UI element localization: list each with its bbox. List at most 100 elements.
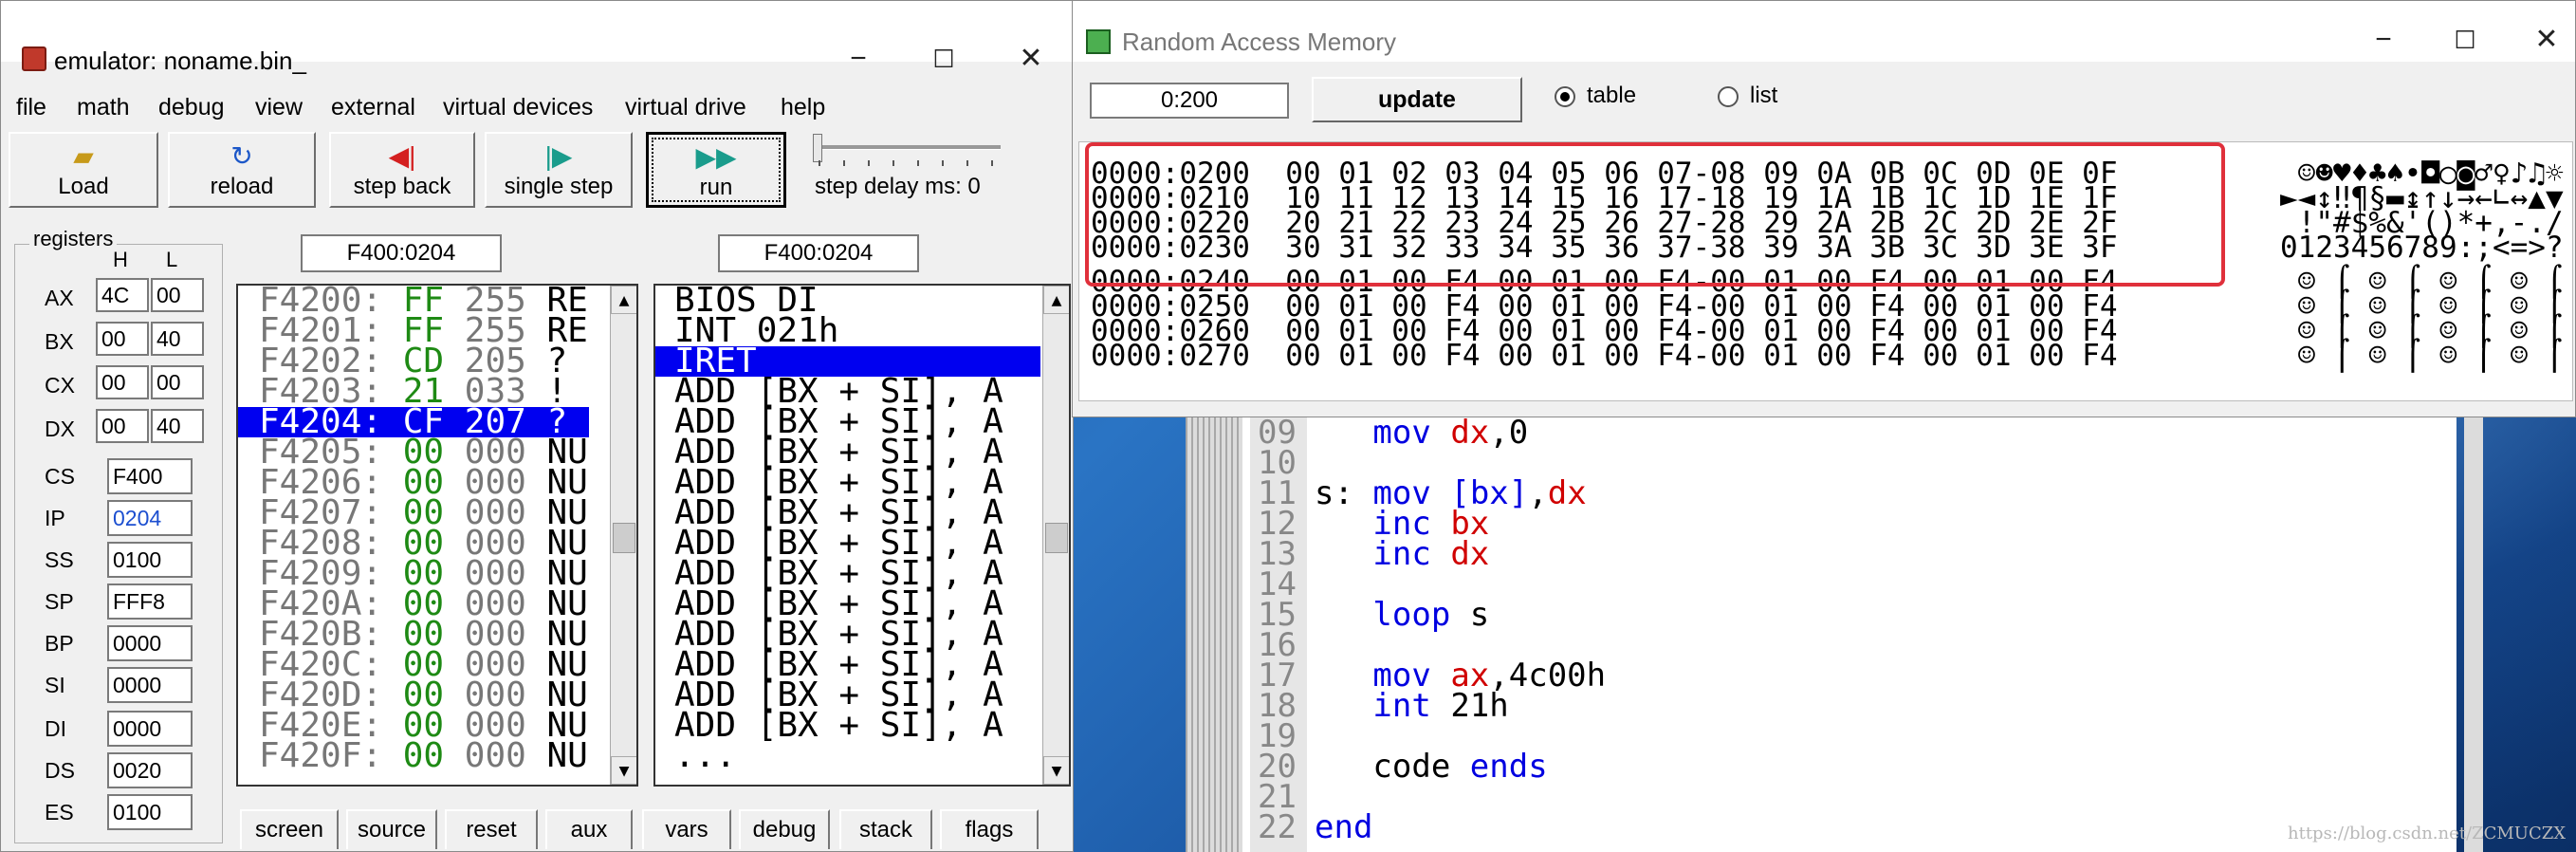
folder-icon: ▰ [73,141,94,171]
register-name-bp: BP [45,631,74,656]
memory-address-input[interactable]: F400:0204 [301,234,502,272]
scroll-up-icon[interactable]: ▲ [1043,286,1069,314]
reload-icon: ↻ [230,141,253,171]
step-delay-slider[interactable] [815,145,1001,150]
radio-table-label[interactable]: table [1587,83,1636,109]
register-name-bx: BX [45,329,74,354]
ds-field[interactable]: 0020 [107,752,193,788]
bx-low-field[interactable]: 40 [151,322,204,356]
menu-math[interactable]: math [77,94,130,121]
menu-debug[interactable]: debug [158,94,225,121]
menu-bar: file math debug view external virtual de… [1,92,1073,128]
slider-thumb[interactable] [813,134,822,162]
step-back-icon: ◀| [388,141,416,171]
sp-field[interactable]: FFF8 [107,583,193,620]
si-field[interactable]: 0000 [107,667,193,703]
code-line: mov dx,0 [1372,414,1529,452]
register-name-cs: CS [45,464,75,489]
ram-window-title: Random Access Memory [1122,28,1396,56]
di-field[interactable]: 0000 [107,711,193,747]
disassembly-list[interactable]: BIOS DI INT 021h IRET ADD [BX + SI], A A… [653,284,1071,787]
scroll-down-icon[interactable]: ▼ [1043,756,1069,785]
cx-low-field[interactable]: 00 [151,365,204,399]
chip-icon [22,46,46,71]
scroll-thumb[interactable] [613,523,635,553]
bx-high-field[interactable]: 00 [96,322,149,356]
cs-field[interactable]: F400 [107,458,193,494]
reload-button[interactable]: ↻ reload [168,132,316,208]
tab-screen[interactable]: screen [240,809,339,849]
single-step-icon: |▶ [544,141,573,171]
radio-list-label[interactable]: list [1750,83,1777,109]
run-icon: ▶▶ [695,142,737,172]
load-button[interactable]: ▰ Load [9,132,158,208]
ip-field[interactable]: 0204 [107,500,193,536]
radio-list[interactable] [1718,86,1739,107]
emulator-window[interactable]: emulator: noname.bin_ − ☐ ✕ file math de… [0,0,1074,852]
register-name-dx: DX [45,417,75,441]
ax-high-field[interactable]: 4C [96,278,149,312]
scroll-thumb[interactable] [1045,523,1068,553]
register-name-si: SI [45,673,65,697]
menu-virtual-devices[interactable]: virtual devices [443,94,593,121]
step-delay-label: step delay ms: 0 [815,174,981,199]
tab-reset[interactable]: reset [445,809,538,849]
ss-field[interactable]: 0100 [107,542,193,578]
ax-low-field[interactable]: 00 [151,278,204,312]
menu-virtual-drive[interactable]: virtual drive [625,94,746,121]
register-name-ax: AX [45,286,74,310]
tab-source[interactable]: source [346,809,437,849]
minimize-icon[interactable]: − [2364,24,2402,56]
disassembly-address-input[interactable]: F400:0204 [718,234,919,272]
tab-flags[interactable]: flags [940,809,1039,849]
close-icon[interactable]: ✕ [2528,24,2566,56]
code-line: code ends [1372,748,1548,786]
cx-high-field[interactable]: 00 [96,365,149,399]
disassembly-scrollbar[interactable]: ▲ ▼ [1042,286,1069,785]
menu-view[interactable]: view [255,94,303,121]
radio-table[interactable] [1555,86,1575,107]
dx-low-field[interactable]: 40 [151,409,204,443]
source-editor[interactable]: 09 10 11 12 13 14 15 16 17 18 19 20 21 2… [1186,361,2456,852]
editor-gutter [1186,361,1242,852]
step-back-button[interactable]: ◀| step back [329,132,475,208]
memory-row[interactable]: F420F: 00 000 NU [259,739,588,773]
maximize-icon[interactable]: ☐ [2446,24,2484,56]
code-line: inc dx [1372,535,1490,573]
single-step-button[interactable]: |▶ single step [485,132,633,208]
bp-field[interactable]: 0000 [107,625,193,661]
tab-stack[interactable]: stack [839,809,932,849]
register-name-sp: SP [45,589,74,614]
code-line: loop s [1372,596,1490,634]
tab-vars[interactable]: vars [642,809,731,849]
menu-help[interactable]: help [781,94,825,121]
watermark: https://blog.csdn.net/ZCMUCZX [2288,824,2567,843]
memory-scrollbar[interactable]: ▲ ▼ [610,286,636,785]
line-number: 22 [1258,808,1297,846]
tab-debug[interactable]: debug [739,809,830,849]
close-icon[interactable]: ✕ [1012,43,1050,75]
scroll-down-icon[interactable]: ▼ [611,756,636,785]
ram-row: 0000:0270 00 01 00 F4 00 01 00 F4-00 01 … [1091,339,2118,373]
menu-file[interactable]: file [16,94,46,121]
update-button[interactable]: update [1312,77,1522,122]
editor-scrollbar[interactable] [2464,361,2483,852]
minimize-icon[interactable]: − [839,43,877,75]
ram-ascii: ☺ ⌠ ☺ ⌠ ☺ ⌠ ☺ ⌠ [2280,339,2564,373]
register-name-di: DI [45,716,66,741]
tab-aux[interactable]: aux [545,809,633,849]
run-button[interactable]: ▶▶ run [646,132,786,208]
memory-list[interactable]: F4200: FF 255 RE F4201: FF 255 RE F4202:… [236,284,638,787]
window-title: emulator: noname.bin_ [54,46,306,75]
menu-external[interactable]: external [331,94,415,121]
register-name-ds: DS [45,758,75,783]
dx-high-field[interactable]: 00 [96,409,149,443]
scroll-up-icon[interactable]: ▲ [611,286,636,314]
maximize-icon[interactable]: ☐ [925,43,963,75]
register-name-ss: SS [45,547,74,572]
ram-address-input[interactable]: 0:200 [1090,83,1289,119]
memory-chip-icon [1086,29,1111,54]
es-field[interactable]: 0100 [107,794,193,830]
disasm-row[interactable]: ... [674,739,736,773]
code-line: end [1315,808,1373,846]
